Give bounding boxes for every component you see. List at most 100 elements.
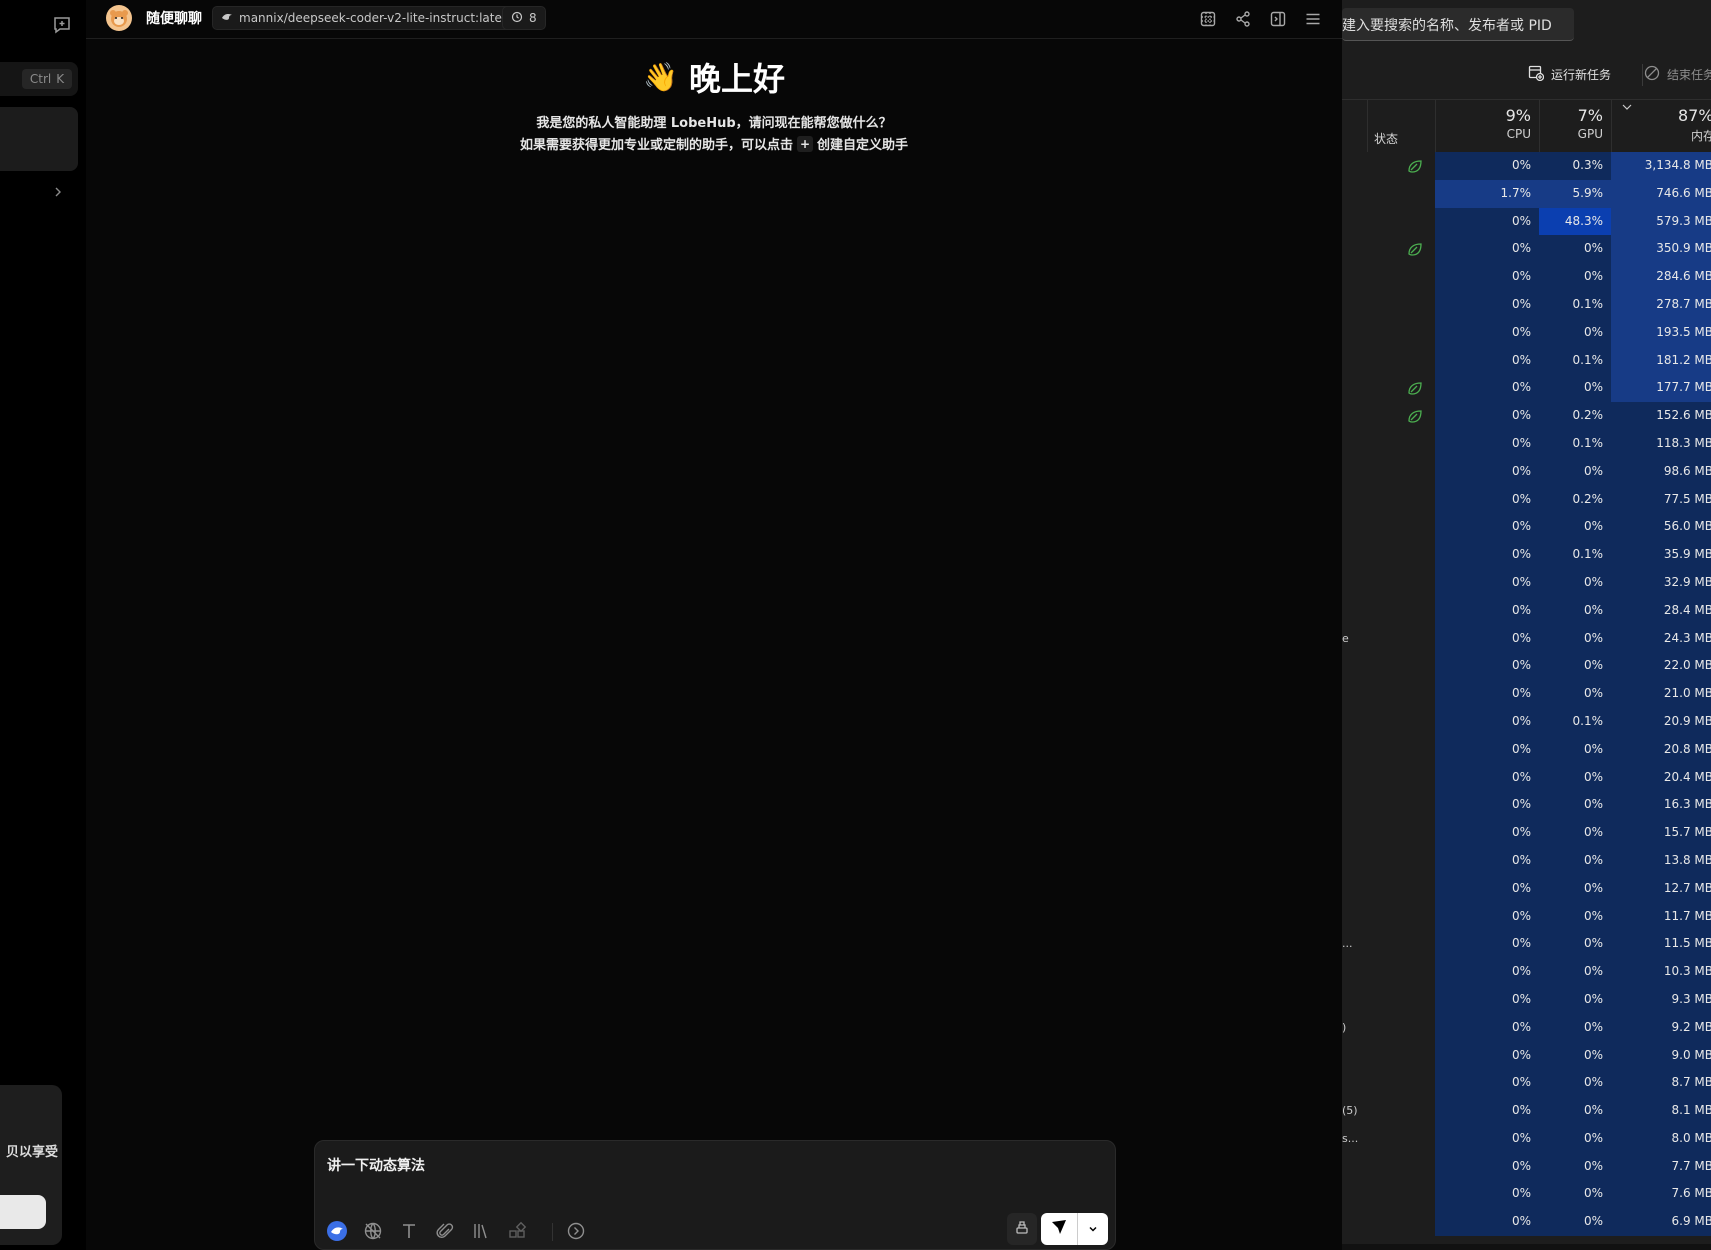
table-row[interactable]: 0% 0.2% 77.5 MB — [1342, 485, 1711, 514]
table-row[interactable]: 0% 0% 13.8 MB — [1342, 846, 1711, 875]
model-select-icon[interactable] — [325, 1219, 349, 1243]
table-row[interactable]: 0% 0% 177.7 MB — [1342, 374, 1711, 403]
gpu-cell: 0% — [1539, 1069, 1611, 1098]
column-memory[interactable]: 87% 内存 — [1611, 106, 1711, 144]
table-row[interactable]: ... 0% 0% 11.5 MB — [1342, 930, 1711, 959]
end-task-button[interactable]: 结束任务 — [1644, 65, 1711, 84]
panel-toggle-icon[interactable] — [1267, 8, 1289, 30]
table-row[interactable]: 0% 0% 16.3 MB — [1342, 791, 1711, 820]
welcome-description-line2: 如果需要获得更加专业或定制的助手，可以点击 + 创建自定义助手 — [86, 134, 1342, 153]
table-row[interactable]: 0% 0% 11.7 MB — [1342, 902, 1711, 931]
table-row[interactable]: 0% 0.1% 118.3 MB — [1342, 429, 1711, 458]
table-row[interactable]: 0% 0% 21.0 MB — [1342, 680, 1711, 708]
table-row[interactable]: 0% 0% 8.7 MB — [1342, 1069, 1711, 1098]
table-row[interactable]: s... 0% 0% 8.0 MB — [1342, 1124, 1711, 1153]
table-row[interactable]: 0% 0.1% 35.9 MB — [1342, 541, 1711, 569]
session-item-active[interactable] — [0, 107, 78, 171]
web-search-off-icon[interactable] — [361, 1219, 385, 1243]
table-row[interactable]: 0% 0% 98.6 MB — [1342, 457, 1711, 486]
table-row[interactable]: 0% 0.2% 152.6 MB — [1342, 402, 1711, 430]
table-row[interactable]: 0% 0% 22.0 MB — [1342, 652, 1711, 681]
send-options-chevron-icon[interactable] — [1077, 1213, 1108, 1245]
text-format-icon[interactable] — [397, 1219, 421, 1243]
greeting-heading: 👋 晚上好 — [86, 54, 1342, 100]
table-row[interactable]: 1.7% 5.9% 746.6 MB — [1342, 179, 1711, 208]
horizontal-scrollbar[interactable] — [1342, 1244, 1711, 1250]
chat-input-text[interactable]: 讲一下动态算法 — [327, 1155, 425, 1175]
cpu-cell: 0% — [1435, 1208, 1539, 1237]
chat-header: 随便聊聊 mannix/deepseek-coder-v2-lite-instr… — [86, 0, 1342, 39]
memory-cell: 98.6 MB — [1611, 457, 1711, 486]
table-row[interactable]: (5) 0% 0% 8.1 MB — [1342, 1097, 1711, 1125]
cpu-cell: 0% — [1435, 1152, 1539, 1181]
library-icon[interactable] — [469, 1219, 493, 1243]
efficiency-leaf-icon — [1407, 408, 1423, 424]
gpu-cell: 0% — [1539, 1180, 1611, 1209]
memory-cell: 13.8 MB — [1611, 846, 1711, 875]
promo-button[interactable] — [0, 1195, 46, 1229]
cpu-cell: 0% — [1435, 541, 1539, 569]
table-row[interactable]: 0% 0% 9.3 MB — [1342, 985, 1711, 1014]
table-row[interactable]: 0% 48.3% 579.3 MB — [1342, 207, 1711, 236]
table-row[interactable]: 0% 0% 350.9 MB — [1342, 235, 1711, 264]
table-row[interactable]: 0% 0% 28.4 MB — [1342, 596, 1711, 625]
table-row[interactable]: 0% 0% 7.7 MB — [1342, 1152, 1711, 1181]
gpu-cell: 0% — [1539, 1097, 1611, 1125]
chevron-right-icon[interactable] — [52, 184, 68, 204]
table-row[interactable]: 0% 0.3% 3,134.8 MB — [1342, 152, 1711, 180]
gpu-cell: 0% — [1539, 1041, 1611, 1070]
table-row[interactable]: 0% 0% 6.9 MB — [1342, 1208, 1711, 1237]
table-row[interactable]: 0% 0% 32.9 MB — [1342, 568, 1711, 597]
column-status[interactable]: 状态 — [1374, 130, 1398, 147]
clear-context-button[interactable] — [1007, 1213, 1037, 1245]
send-button[interactable] — [1041, 1213, 1077, 1245]
share-icon[interactable] — [1232, 8, 1254, 30]
chat-input-box[interactable]: 讲一下动态算法 — [314, 1140, 1116, 1250]
cpu-cell: 0% — [1435, 290, 1539, 319]
plus-chip[interactable]: + — [797, 136, 813, 152]
table-row[interactable]: 0% 0.1% 20.9 MB — [1342, 707, 1711, 736]
paperclip-icon[interactable] — [433, 1219, 457, 1243]
table-row[interactable]: 0% 0% 12.7 MB — [1342, 874, 1711, 903]
welcome-description-line1: 我是您的私人智能助理 LobeHub，请问现在能帮您做什么？ — [536, 116, 892, 131]
cpu-cell: 0% — [1435, 235, 1539, 264]
table-row[interactable]: 0% 0% 20.8 MB — [1342, 735, 1711, 764]
table-row[interactable]: e 0% 0% 24.3 MB — [1342, 624, 1711, 653]
end-task-icon — [1644, 65, 1660, 84]
table-row[interactable]: 0% 0% 10.3 MB — [1342, 958, 1711, 986]
table-row[interactable]: 0% 0.1% 181.2 MB — [1342, 346, 1711, 375]
model-tag[interactable]: mannix/deepseek-coder-v2-lite-instruct:l… — [212, 6, 522, 30]
new-chat-icon[interactable] — [48, 12, 76, 38]
table-row[interactable]: 0% 0% 193.5 MB — [1342, 318, 1711, 347]
more-arrow-circle-icon[interactable] — [564, 1219, 588, 1243]
column-cpu[interactable]: 9% CPU — [1435, 106, 1531, 141]
table-row[interactable]: 0% 0% 56.0 MB — [1342, 513, 1711, 542]
menu-icon[interactable] — [1302, 8, 1324, 30]
table-row[interactable]: 0% 0% 284.6 MB — [1342, 263, 1711, 291]
table-row[interactable]: 0% 0% 9.0 MB — [1342, 1041, 1711, 1070]
table-row[interactable]: 0% 0% 7.6 MB — [1342, 1180, 1711, 1209]
run-new-task-button[interactable]: 运行新任务 — [1528, 65, 1611, 84]
sidebar: Ctrl K 贝以享受 — [0, 0, 87, 1250]
memory-cell: 8.1 MB — [1611, 1097, 1711, 1125]
plugins-icon[interactable] — [505, 1219, 529, 1243]
table-row[interactable]: 0% 0% 20.4 MB — [1342, 763, 1711, 792]
process-search-input[interactable]: 建入要搜索的名称、发布者或 PID — [1342, 8, 1574, 41]
layout-grid-icon[interactable] — [1197, 8, 1219, 30]
table-row[interactable]: 0% 0% 15.7 MB — [1342, 819, 1711, 847]
gpu-cell: 0% — [1539, 791, 1611, 820]
table-row[interactable]: 0% 0.1% 278.7 MB — [1342, 290, 1711, 319]
memory-cell: 22.0 MB — [1611, 652, 1711, 681]
memory-cell: 193.5 MB — [1611, 318, 1711, 347]
assistant-avatar[interactable] — [106, 5, 132, 31]
gpu-cell: 0% — [1539, 513, 1611, 542]
gpu-cell: 5.9% — [1539, 179, 1611, 208]
history-count-tag[interactable]: 8 — [502, 6, 546, 30]
cpu-cell: 0% — [1435, 763, 1539, 792]
table-row[interactable]: ) 0% 0% 9.2 MB — [1342, 1013, 1711, 1042]
gpu-cell: 0% — [1539, 763, 1611, 792]
gpu-cell: 0.1% — [1539, 429, 1611, 458]
process-search-text[interactable]: 建入要搜索的名称、发布者或 PID — [1342, 15, 1552, 35]
column-gpu[interactable]: 7% GPU — [1539, 106, 1603, 141]
memory-cell: 8.0 MB — [1611, 1124, 1711, 1153]
